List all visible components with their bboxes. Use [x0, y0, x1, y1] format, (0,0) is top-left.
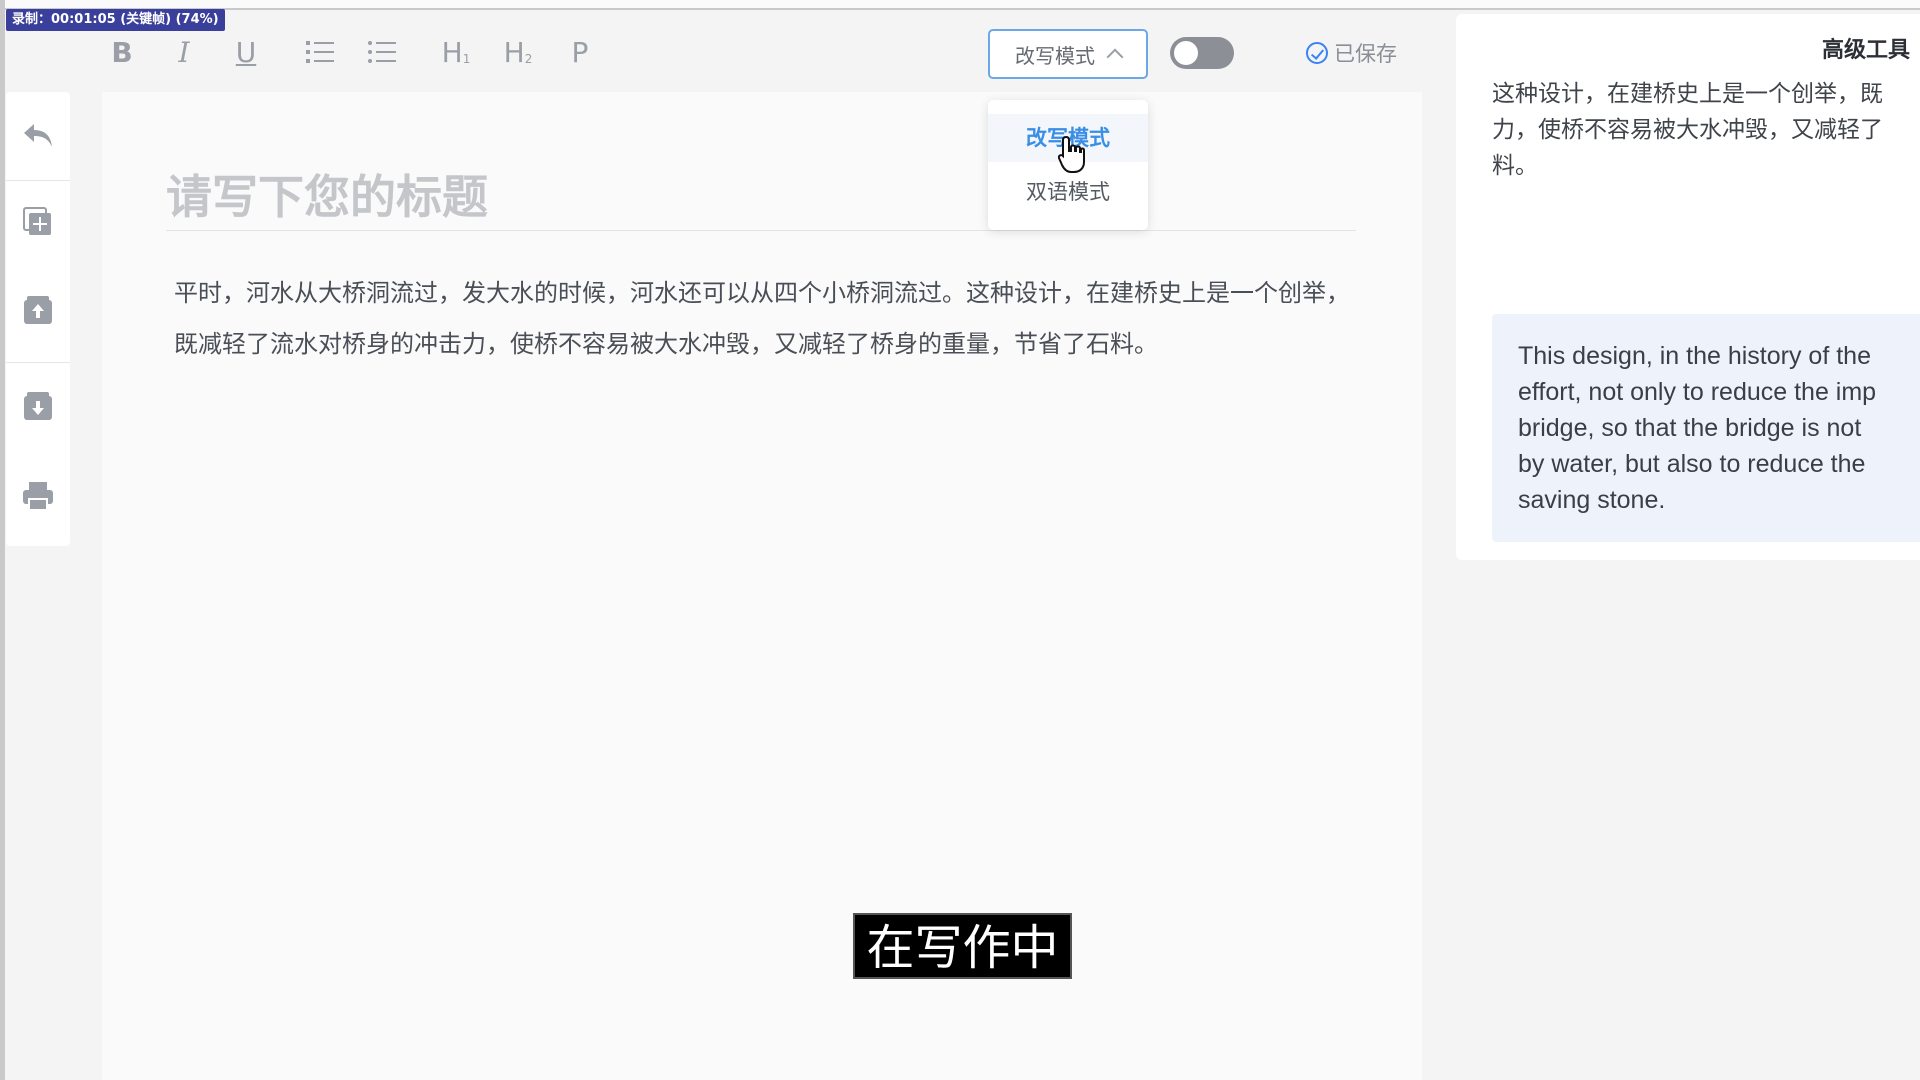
- mode-select[interactable]: 改写模式: [988, 29, 1148, 79]
- writing-status-caption: 在写作中: [853, 913, 1072, 979]
- italic-button[interactable]: I: [162, 30, 206, 74]
- underline-button[interactable]: U: [224, 30, 268, 74]
- source-text: 这种设计，在建桥史上是一个创举，既 力，使桥不容易被大水冲毁，又减轻了 料。: [1492, 76, 1920, 184]
- side-divider: [6, 362, 70, 363]
- recording-badge: 录制：00:01:05 (关键帧) (74%): [6, 9, 225, 31]
- heading1-sub: 1: [462, 52, 471, 66]
- heading1-label: H: [441, 35, 463, 69]
- upload-box-icon: [24, 296, 52, 324]
- mode-select-value: 改写模式: [1015, 43, 1095, 68]
- paragraph-button[interactable]: P: [558, 30, 602, 74]
- panel-title: 高级工具: [1821, 38, 1910, 63]
- translation-line: effort, not only to reduce the imp: [1518, 378, 1877, 406]
- saved-label: 已保存: [1334, 42, 1397, 66]
- heading2-sub: 2: [524, 52, 533, 66]
- side-toolbar: [6, 92, 70, 546]
- mode-option-bilingual[interactable]: 双语模式: [988, 168, 1148, 216]
- printer-icon: [23, 482, 53, 511]
- heading2-label: H: [503, 35, 525, 69]
- upload-button[interactable]: [16, 288, 60, 332]
- translation-line: saving stone.: [1518, 486, 1666, 514]
- translation-box: This design, in the history of the effor…: [1492, 314, 1920, 542]
- undo-button[interactable]: [16, 114, 60, 158]
- bilingual-toggle[interactable]: [1170, 37, 1234, 69]
- check-circle-icon: [1306, 42, 1328, 64]
- duplicate-add-icon: [23, 207, 51, 235]
- duplicate-add-button[interactable]: [16, 200, 60, 244]
- download-button[interactable]: [16, 384, 60, 428]
- toggle-knob: [1174, 41, 1198, 65]
- download-box-icon: [24, 392, 52, 420]
- print-button[interactable]: [16, 474, 60, 518]
- title-input[interactable]: 请写下您的标题: [166, 164, 1356, 231]
- undo-icon: [24, 124, 52, 147]
- editor-area: 请写下您的标题 平时，河水从大桥洞流过，发大水的时候，河水还可以从四个小桥洞流过…: [102, 92, 1422, 1080]
- side-divider: [6, 180, 70, 181]
- ordered-list-button[interactable]: [298, 30, 342, 74]
- window-top-border: [0, 0, 1920, 10]
- translation-line: by water, but also to reduce the: [1518, 450, 1866, 478]
- bold-button[interactable]: B: [100, 30, 144, 74]
- window-left-border: [0, 0, 5, 1080]
- translation-line: bridge, so that the bridge is not: [1518, 414, 1862, 442]
- app-window: 录制：00:01:05 (关键帧) (74%) B I U H 1 H 2 P …: [0, 0, 1920, 1080]
- source-line: 料。: [1492, 153, 1538, 179]
- chevron-up-icon: [1106, 48, 1124, 66]
- advanced-tools-panel: 高级工具 这种设计，在建桥史上是一个创举，既 力，使桥不容易被大水冲毁，又减轻了…: [1456, 14, 1920, 560]
- heading2-button[interactable]: H2: [496, 30, 540, 74]
- bullet-list-icon: [368, 41, 396, 63]
- bullet-list-button[interactable]: [360, 30, 404, 74]
- editor-body[interactable]: 平时，河水从大桥洞流过，发大水的时候，河水还可以从四个小桥洞流过。这种设计，在建…: [174, 268, 1354, 370]
- heading1-button[interactable]: H1: [434, 30, 478, 74]
- translation-line: This design, in the history of the: [1518, 342, 1871, 370]
- source-line: 这种设计，在建桥史上是一个创举，既: [1492, 81, 1883, 107]
- save-status: 已保存: [1306, 38, 1397, 68]
- ordered-list-icon: [306, 41, 334, 63]
- source-line: 力，使桥不容易被大水冲毁，又减轻了: [1492, 117, 1883, 143]
- hand-cursor-icon: [1058, 135, 1085, 173]
